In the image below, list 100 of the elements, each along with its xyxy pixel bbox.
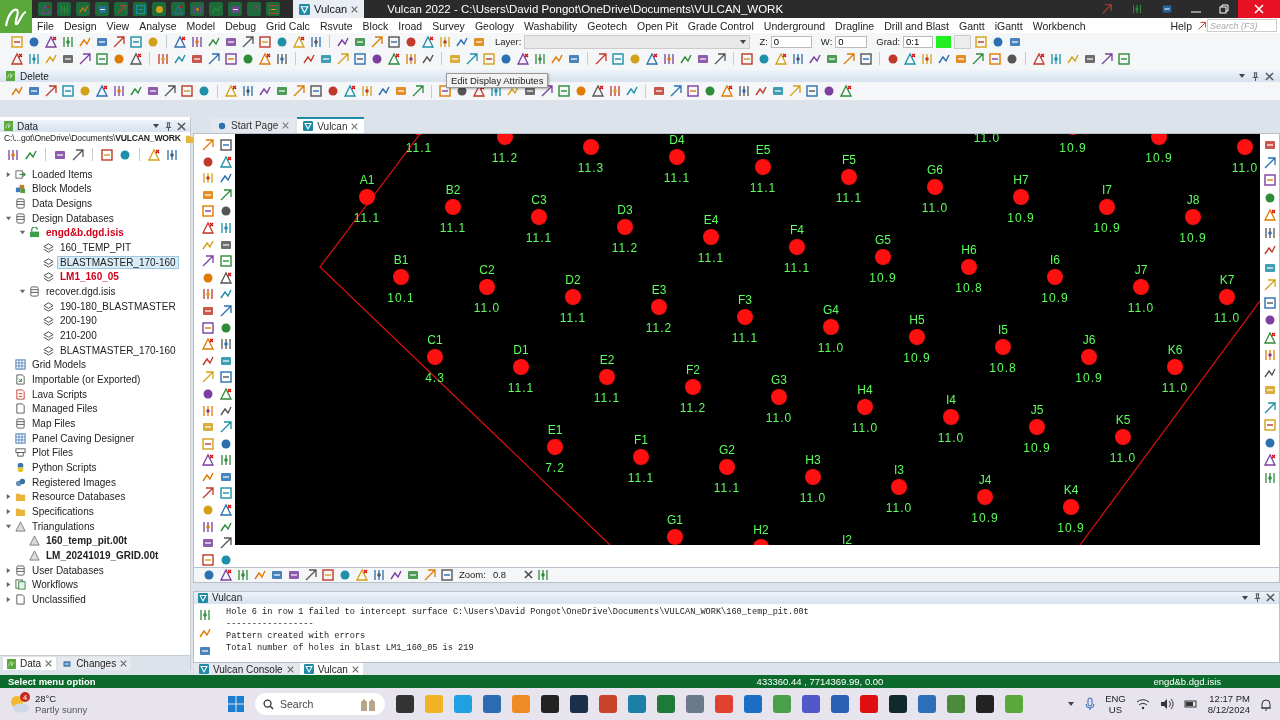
tree-item[interactable]: Panel Caving Designer xyxy=(29,431,138,445)
hole-label: K5 xyxy=(1115,413,1131,427)
field-label: Grad: xyxy=(876,36,901,47)
menu-item[interactable]: Grade Control xyxy=(682,19,759,32)
tree-item[interactable]: Python Scripts xyxy=(29,460,100,474)
tree-item[interactable]: LM_20241019_GRID.00t xyxy=(43,548,162,562)
menu-item[interactable]: Survey xyxy=(427,19,470,32)
menu-item[interactable]: iGantt xyxy=(989,19,1028,32)
tree-item[interactable]: 160_TEMP_PIT xyxy=(57,241,135,255)
hole-value: 11.0 xyxy=(1127,301,1155,315)
hole-value: 10.9 xyxy=(1075,371,1103,385)
hole-value: 10.9 xyxy=(1179,231,1207,245)
tree-item[interactable]: Data Designs xyxy=(29,197,96,211)
menu-item[interactable]: Help xyxy=(1165,19,1197,32)
tree-item[interactable]: LM1_160_05 xyxy=(57,270,122,284)
hole-value: 11.0 xyxy=(921,201,949,215)
clock-time[interactable]: 12:17 PM xyxy=(1209,693,1250,705)
hole-value: 11.1 xyxy=(627,471,655,485)
panel-tab[interactable]: Changes xyxy=(58,657,132,670)
menu-item[interactable]: Washability xyxy=(519,19,583,32)
hole-label: J8 xyxy=(1186,193,1200,207)
hole-value: 11.2 xyxy=(679,401,707,415)
hole-label: K7 xyxy=(1219,273,1235,287)
menu-item[interactable]: Gantt xyxy=(954,19,990,32)
panel-title: Data xyxy=(17,120,39,132)
taskbar-search[interactable]: Search xyxy=(255,693,385,716)
hole-label: G3 xyxy=(771,373,787,387)
hole-label: F1 xyxy=(634,433,648,447)
tree-item[interactable]: Triangulations xyxy=(29,519,98,533)
hole-value: 11.1 xyxy=(559,311,587,325)
tree-item[interactable]: recover.dgd.isis xyxy=(43,285,119,299)
tree-item[interactable]: 190-180_BLASTMASTER xyxy=(57,299,179,313)
hole-value: 11.0 xyxy=(1213,311,1241,325)
grad-field[interactable]: 0:1 xyxy=(903,35,934,48)
hole-label: H3 xyxy=(805,453,821,467)
menu-item[interactable]: Rsvute xyxy=(314,19,358,32)
menu-item[interactable]: Debug xyxy=(220,19,262,32)
tree-item[interactable]: Specifications xyxy=(29,504,97,518)
menu-item[interactable]: Grid Calc xyxy=(261,19,315,32)
tree-item[interactable]: Plot Files xyxy=(29,446,77,460)
menu-item[interactable]: Workbench xyxy=(1027,19,1091,32)
tree-item[interactable]: Resource Databases xyxy=(29,490,129,504)
tree-item[interactable]: 160_temp_pit.00t xyxy=(43,534,131,548)
search-field[interactable]: Search (F3) xyxy=(1207,19,1277,32)
tree-item[interactable]: BLASTMASTER_170-160 xyxy=(57,255,179,269)
hole-value: 10.9 xyxy=(903,351,931,365)
menu-item[interactable]: Analyse xyxy=(134,19,182,32)
tree-item[interactable]: User Databases xyxy=(29,563,107,577)
hole-value: 11.1 xyxy=(835,191,863,205)
menu-item[interactable]: File xyxy=(32,19,59,32)
language-text[interactable]: ENG xyxy=(1105,693,1126,705)
hole-label: I4 xyxy=(946,393,956,407)
document-tab[interactable]: Start Page xyxy=(211,118,296,133)
tree-item[interactable]: Design Databases xyxy=(29,211,117,225)
hole-label: C3 xyxy=(531,193,547,207)
hole-value: 10.9 xyxy=(1093,221,1121,235)
tree-item[interactable]: Lava Scripts xyxy=(29,387,91,401)
hole-value: 11.0 xyxy=(885,501,913,515)
hole-value: 10.9 xyxy=(1023,441,1051,455)
hole-label: E1 xyxy=(547,423,563,437)
tree-item[interactable]: Workflows xyxy=(29,578,81,592)
w-field[interactable]: 0 xyxy=(835,35,868,48)
menu-item[interactable]: Open Pit xyxy=(632,19,683,32)
document-tab[interactable]: Vulcan xyxy=(293,0,365,18)
field-label: Z: xyxy=(759,36,768,47)
clock-date[interactable]: 8/12/2024 xyxy=(1207,704,1250,716)
panel-tab[interactable]: Data xyxy=(3,657,57,670)
menu-item[interactable]: Geotech xyxy=(582,19,632,32)
hole-value: 11.0 xyxy=(851,421,879,435)
tree-item[interactable]: Loaded Items xyxy=(29,167,96,181)
tree-item[interactable]: Importable (or Exported) xyxy=(29,373,144,386)
document-tab[interactable]: Vulcan xyxy=(297,117,365,133)
hole-value: 10.9 xyxy=(1041,291,1069,305)
tree-item[interactable]: Unclassified xyxy=(29,592,89,606)
hole-label: H5 xyxy=(909,313,925,327)
menu-item[interactable]: Geology xyxy=(469,19,519,32)
hole-label: J7 xyxy=(1134,263,1148,277)
tree-item[interactable]: BLASTMASTER_170-160 xyxy=(57,343,179,357)
tree-item[interactable]: 200-190 xyxy=(57,314,100,328)
hole-label: J4 xyxy=(978,473,992,487)
menu-item[interactable]: Design xyxy=(58,19,102,32)
menu-item[interactable]: View xyxy=(101,19,135,32)
tree-item[interactable]: Grid Models xyxy=(29,358,89,372)
tree-item[interactable]: engd&b.dgd.isis xyxy=(43,226,127,240)
hole-value: 11.1 xyxy=(783,261,811,275)
menu-item[interactable]: Iroad xyxy=(393,19,428,32)
tree-item[interactable]: Block Models xyxy=(29,182,95,196)
z-field[interactable]: 0 xyxy=(770,35,812,48)
tree-item[interactable]: Map Files xyxy=(29,417,79,430)
menu-item[interactable]: Model xyxy=(181,19,221,32)
region-text[interactable]: US xyxy=(1108,704,1123,716)
hole-value: 11.2 xyxy=(611,241,639,255)
tree-item[interactable]: 210-200 xyxy=(57,329,100,343)
menu-item[interactable]: Underground xyxy=(758,19,831,32)
console-line: Total number of holes in blast LM1_160_05 is 219 xyxy=(226,641,475,654)
tree-item[interactable]: Registered Images xyxy=(29,475,119,489)
menu-item[interactable]: Block xyxy=(357,19,394,32)
tree-item[interactable]: Managed Files xyxy=(29,402,101,416)
menu-item[interactable]: Drill and Blast xyxy=(879,19,954,32)
menu-item[interactable]: Dragline xyxy=(830,19,880,32)
